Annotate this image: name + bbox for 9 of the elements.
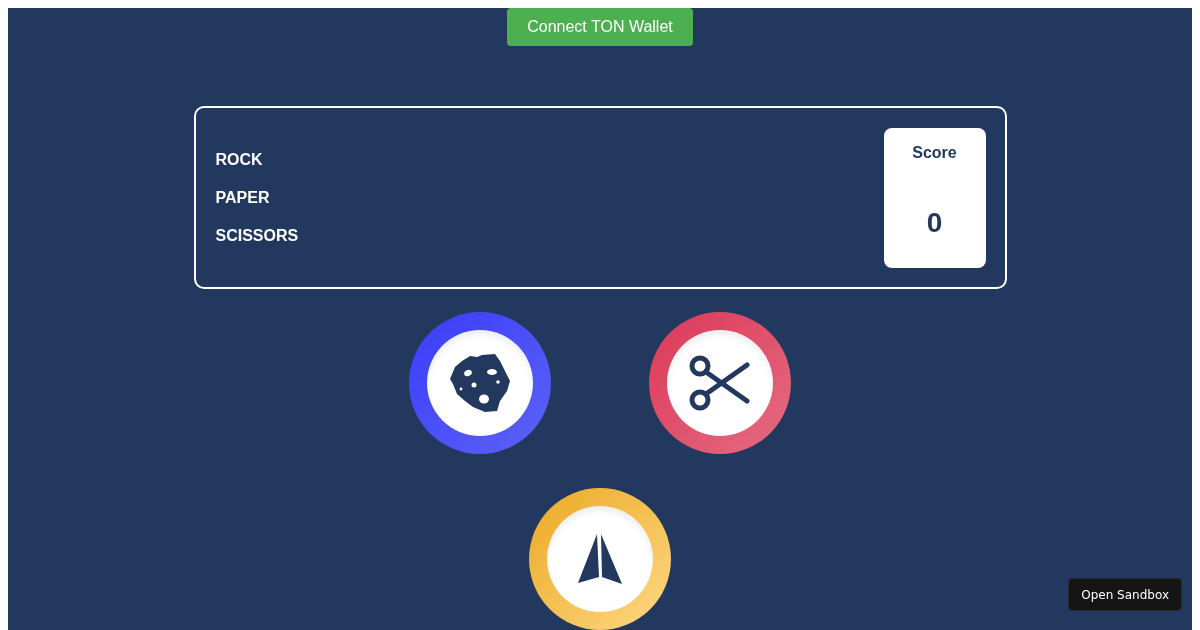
open-sandbox-button[interactable]: Open Sandbox xyxy=(1068,578,1182,611)
score-value: 0 xyxy=(926,206,943,240)
game-title-word: SCISSORS xyxy=(215,226,299,246)
game-title-word: PAPER xyxy=(215,188,271,208)
game-title-word: ROCK xyxy=(215,150,264,170)
scissors-icon xyxy=(689,355,751,411)
paper-plane-icon xyxy=(578,534,622,584)
rock-icon xyxy=(450,354,510,412)
score-label: Score xyxy=(912,143,957,163)
